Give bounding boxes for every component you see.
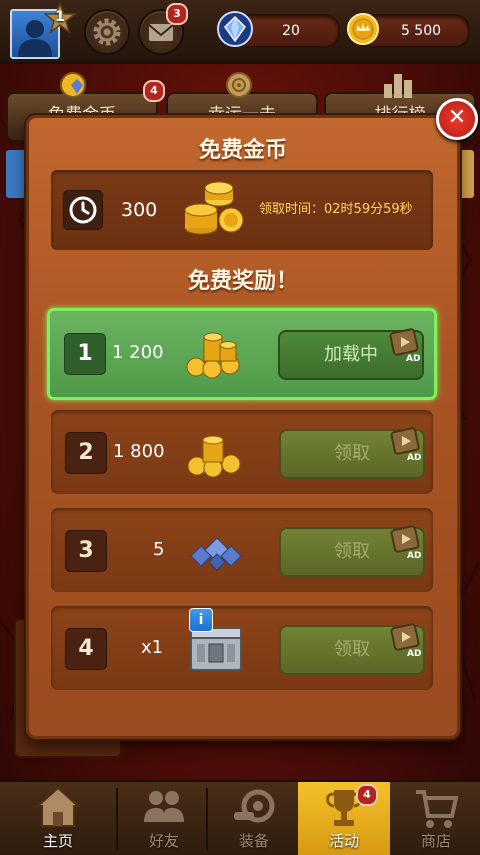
reward-index-1: 1 (64, 333, 106, 375)
svg-text:AD: AD (406, 354, 420, 363)
nav-shop-label: 商店 (420, 832, 451, 850)
nav-shop[interactable]: 商店 (390, 782, 480, 855)
video-ad-icon: AD (390, 427, 421, 462)
info-icon[interactable]: i (189, 608, 213, 632)
reward-amount-2: 1 800 (113, 441, 165, 462)
reward-amount-4: x1 (141, 637, 164, 658)
side-gift-icon (6, 150, 28, 198)
nav-friends[interactable]: 好友 (118, 782, 210, 855)
clock-icon (69, 196, 97, 224)
timer-label: 领取时间：02时59分59秒 (259, 202, 413, 217)
reward-row-1: 1 1 200 加载中 AD (47, 308, 437, 400)
timer-panel: 300 领取时间：02时59分59秒 (51, 170, 433, 250)
ranking-icon (384, 74, 412, 98)
video-ad-icon: AD (390, 525, 421, 560)
video-ad-icon: AD (389, 328, 420, 363)
nav-events-badge: 4 (356, 784, 378, 806)
gear-icon (93, 18, 121, 46)
nav-home-label: 主页 (42, 832, 73, 850)
rewards-subtitle: 免费奖励！ (187, 269, 298, 294)
svg-text:AD: AD (407, 551, 421, 560)
nav-equipment-label: 装备 (238, 832, 269, 850)
house-icon (35, 786, 81, 827)
reward-row-3: 3 5 领取 AD (51, 508, 433, 592)
coin-icon (347, 13, 379, 45)
reward-index-3: 3 (65, 530, 107, 572)
coin-stack-icon (184, 181, 244, 235)
mail-badge: 3 (166, 3, 188, 25)
gem-icon (217, 11, 253, 47)
nav-friends-label: 好友 (148, 832, 179, 850)
timer-coin-amount: 300 (121, 199, 158, 221)
svg-text:AD: AD (407, 453, 421, 462)
video-ad-icon: AD (390, 623, 421, 658)
gem-count: 20 (282, 23, 300, 39)
coin-count: 5 500 (400, 23, 442, 39)
target-icon (226, 72, 252, 98)
reward-index-2: 2 (65, 432, 107, 474)
free-coins-dialog: 免费金币 300 领取时间：02时59分59秒 免费奖励！ 1 1 200 加载… (26, 115, 460, 739)
tab-coin-icon (60, 72, 86, 98)
nav-events-label: 活动 (328, 832, 359, 850)
coin-pile-icon (186, 332, 240, 379)
settings-button[interactable] (84, 9, 130, 55)
player-level: 1 (55, 9, 65, 25)
coin-pile-icon (187, 435, 241, 478)
top-bar: 1 3 20 5 500 (0, 0, 480, 64)
dialog-title: 免费金币 (198, 138, 287, 163)
nav-equipment[interactable]: 装备 (208, 782, 300, 855)
nav-home[interactable]: 主页 (12, 782, 104, 855)
tab-free-coins-badge: 4 (143, 80, 165, 102)
gem-pile-icon (190, 537, 242, 571)
close-button[interactable]: ✕ (436, 98, 478, 140)
friends-icon (144, 791, 184, 822)
reward-index-4: 4 (65, 628, 107, 670)
reward-amount-1: 1 200 (112, 342, 164, 363)
clock-box (63, 190, 103, 230)
reward-amount-3: 5 (153, 539, 165, 560)
equipment-icon (234, 789, 275, 823)
cart-icon (416, 790, 459, 828)
bottom-nav: 主页 好友 装备 活动 4 商店 (0, 780, 480, 855)
reward-row-4: 4 x1 i 领取 AD (51, 606, 433, 690)
svg-text:AD: AD (407, 649, 421, 658)
reward-row-2: 2 1 800 领取 AD (51, 410, 433, 494)
